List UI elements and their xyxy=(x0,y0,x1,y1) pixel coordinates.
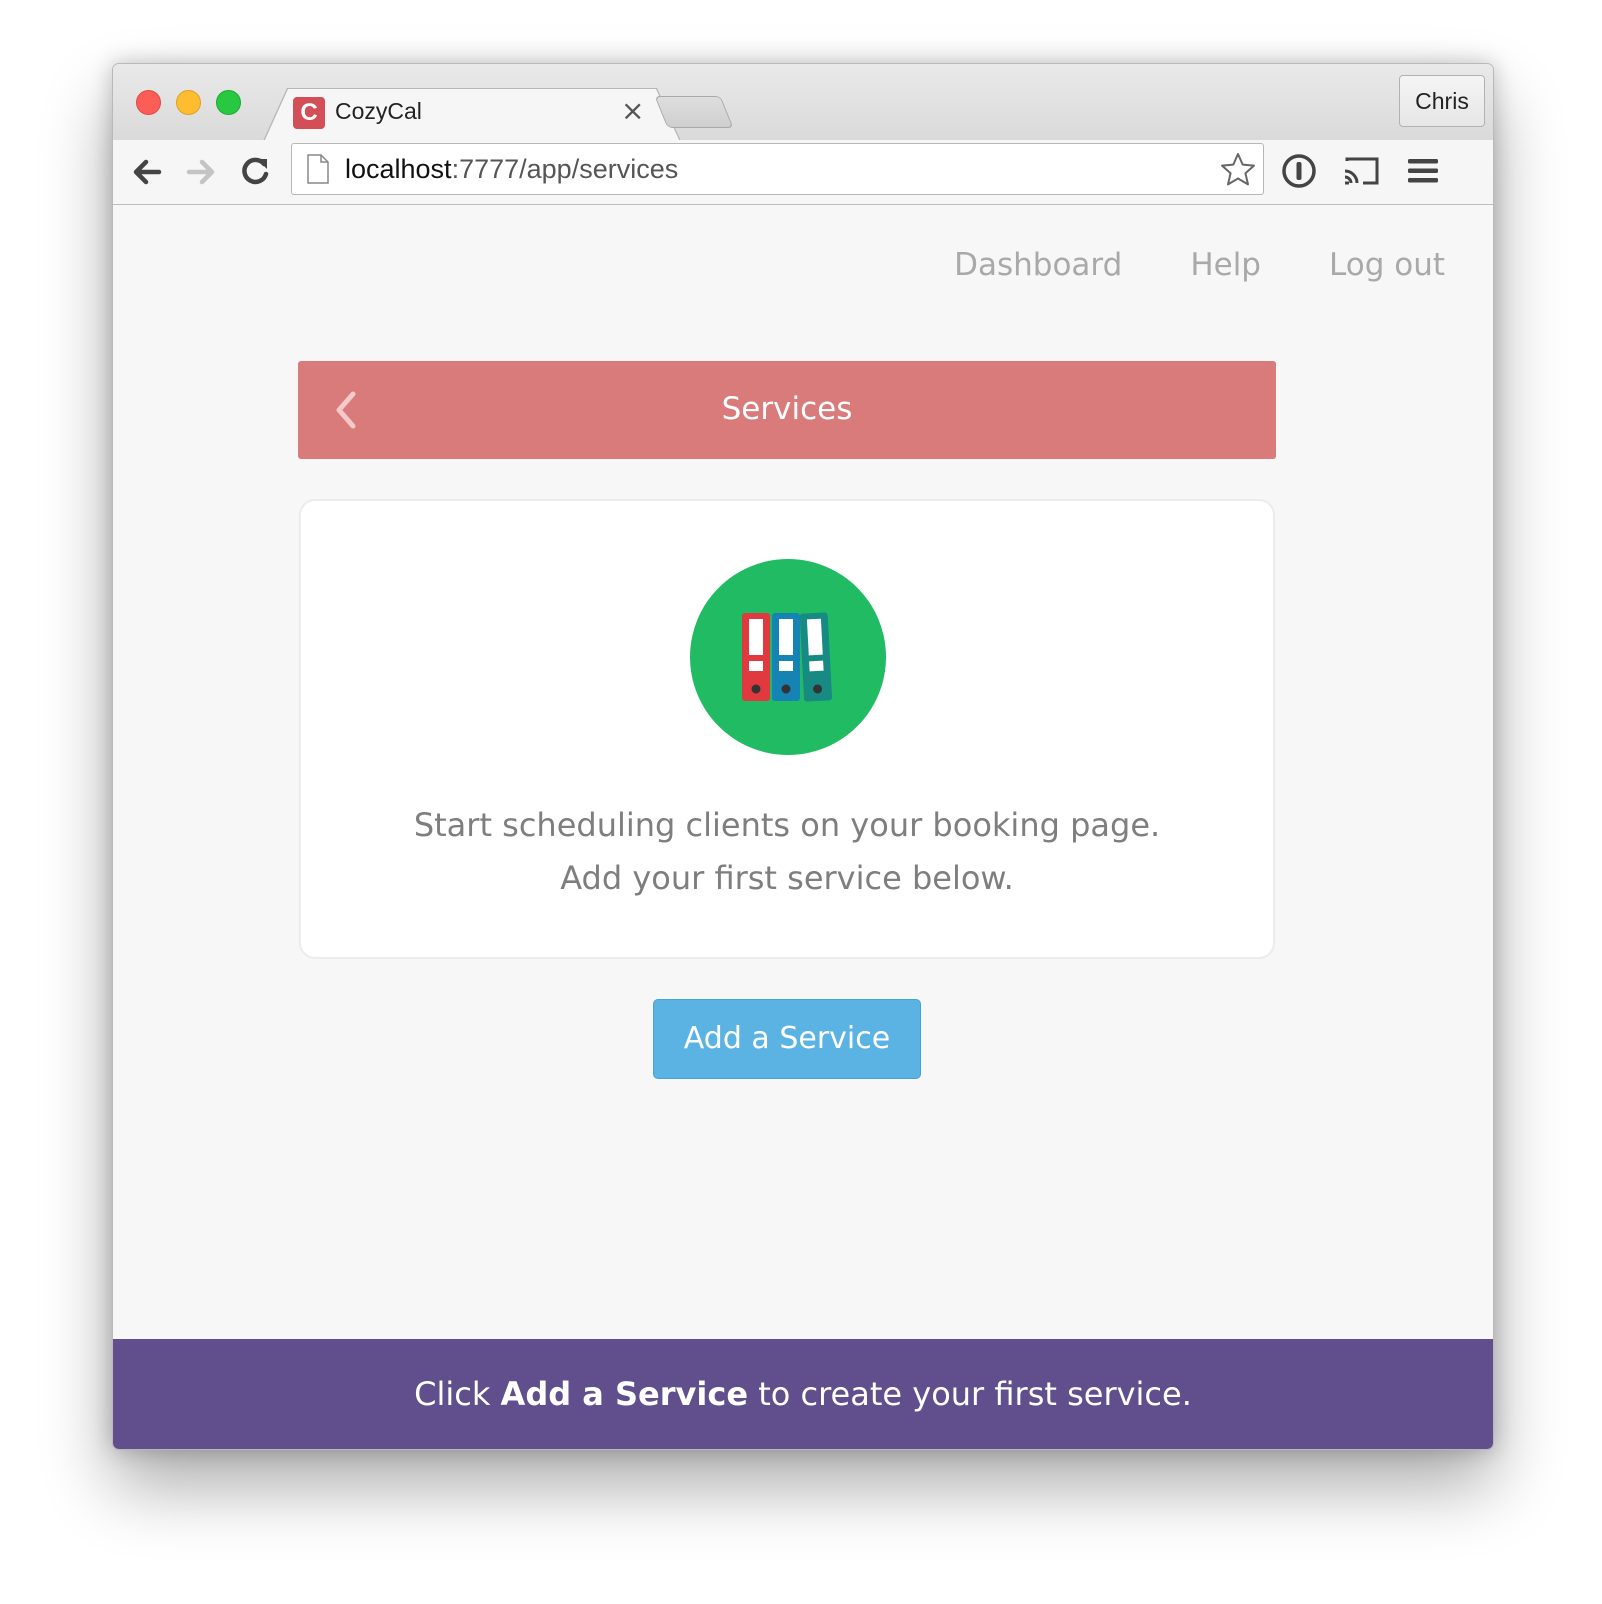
page-icon xyxy=(307,154,329,184)
page-title: Services xyxy=(721,391,853,427)
address-bar[interactable]: localhost:7777/app/services xyxy=(291,143,1264,195)
page-content: Dashboard Help Log out Services Start sc… xyxy=(113,205,1493,1449)
tab-active[interactable] xyxy=(264,89,680,142)
hint-highlight: Add a Service xyxy=(500,1375,749,1413)
url-path: :7777/app/services xyxy=(451,154,679,184)
add-service-button[interactable]: Add a Service xyxy=(653,999,921,1079)
binders-icon xyxy=(742,612,833,702)
window-maximize-button[interactable] xyxy=(216,90,241,115)
profile-button[interactable]: Chris xyxy=(1399,75,1485,127)
nav-logout-link[interactable]: Log out xyxy=(1329,247,1445,283)
top-nav: Dashboard Help Log out xyxy=(954,247,1445,283)
forward-arrow-icon[interactable] xyxy=(179,150,223,194)
browser-window: C CozyCal × Chris localhost:7777/app/ser… xyxy=(112,63,1494,1450)
url-host: localhost xyxy=(345,154,452,184)
hint-banner: Click Add a Service to create your first… xyxy=(113,1339,1493,1449)
star-icon[interactable] xyxy=(1219,151,1257,189)
tab-strip: C CozyCal × Chris xyxy=(113,64,1493,140)
services-header: Services xyxy=(298,361,1276,459)
hamburger-icon[interactable] xyxy=(1403,151,1443,191)
hint-suffix: to create your first service. xyxy=(748,1375,1192,1413)
hint-prefix: Click xyxy=(414,1375,501,1413)
empty-state-line-2: Add your first service below. xyxy=(560,859,1014,897)
window-minimize-button[interactable] xyxy=(176,90,201,115)
nav-help-link[interactable]: Help xyxy=(1190,247,1261,283)
cast-icon[interactable] xyxy=(1341,151,1381,191)
tab-close-icon[interactable]: × xyxy=(621,94,644,127)
back-arrow-icon[interactable] xyxy=(125,150,169,194)
info-circle-icon[interactable] xyxy=(1279,151,1319,191)
new-tab-button[interactable] xyxy=(654,96,734,128)
browser-toolbar: localhost:7777/app/services xyxy=(113,140,1493,205)
empty-state-message: Start scheduling clients on your booking… xyxy=(301,799,1273,905)
empty-state-card: Start scheduling clients on your booking… xyxy=(299,499,1275,959)
illustration-circle xyxy=(690,559,886,755)
tab-title: CozyCal xyxy=(335,98,422,124)
empty-state-line-1: Start scheduling clients on your booking… xyxy=(413,806,1161,844)
favicon-icon: C xyxy=(293,97,325,129)
reload-icon[interactable] xyxy=(233,150,277,194)
url-text: localhost:7777/app/services xyxy=(345,154,678,185)
window-close-button[interactable] xyxy=(136,90,161,115)
nav-dashboard-link[interactable]: Dashboard xyxy=(954,247,1122,283)
